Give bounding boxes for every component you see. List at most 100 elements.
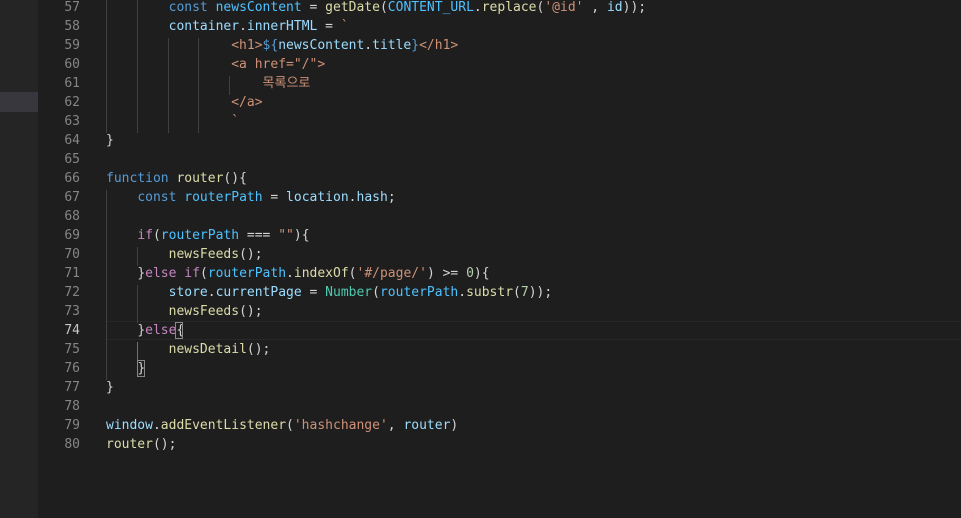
bracket-match-open bbox=[175, 322, 183, 339]
indent-guide bbox=[137, 0, 138, 133]
code-token: ( bbox=[348, 266, 357, 281]
activity-bar-highlight bbox=[0, 92, 38, 112]
code-token: routerPath bbox=[184, 190, 263, 205]
code-line[interactable]: container.innerHTML = ` bbox=[106, 17, 349, 36]
code-line[interactable]: </a> bbox=[106, 93, 263, 112]
code-token: 0 bbox=[466, 266, 474, 281]
code-line[interactable]: <h1>${newsContent.title}</h1> bbox=[106, 36, 458, 55]
code-line[interactable]: const routerPath = location.hash; bbox=[106, 188, 396, 207]
line-number: 61 bbox=[64, 76, 80, 91]
code-line[interactable]: if(routerPath === ""){ bbox=[106, 226, 309, 245]
code-token: . bbox=[348, 190, 357, 205]
line-number: 70 bbox=[64, 247, 80, 262]
code-line[interactable]: router(); bbox=[106, 435, 176, 454]
code-token: ` bbox=[340, 19, 349, 34]
line-number: 71 bbox=[64, 266, 80, 281]
code-line[interactable]: }else if(routerPath.indexOf('#/page/') >… bbox=[106, 264, 490, 283]
code-line[interactable]: newsFeeds(); bbox=[106, 245, 263, 264]
indent-guide bbox=[229, 76, 230, 95]
code-token: routerPath bbox=[207, 266, 287, 281]
code-token: } bbox=[106, 133, 114, 148]
line-number: 68 bbox=[64, 209, 80, 224]
code-token: Number bbox=[325, 285, 373, 300]
code-token: newsContent bbox=[278, 38, 365, 53]
bracket-match-close bbox=[137, 360, 145, 377]
code-token: === bbox=[239, 228, 279, 243]
code-token: title bbox=[372, 38, 412, 53]
code-token: innerHTML bbox=[246, 19, 318, 34]
code-token: ) >= bbox=[426, 266, 467, 281]
code-line[interactable]: <a href="/"> bbox=[106, 55, 325, 74]
code-token: (); bbox=[152, 437, 177, 452]
code-token: CONTENT_URL bbox=[387, 0, 474, 15]
code-token: <h1> bbox=[231, 38, 263, 53]
code-token: = bbox=[301, 285, 326, 300]
code-token: router bbox=[176, 171, 224, 186]
code-token: . bbox=[207, 285, 216, 300]
code-token: addEventListener bbox=[160, 418, 287, 433]
line-number: 77 bbox=[64, 380, 80, 395]
code-token: function bbox=[106, 171, 177, 186]
code-token: , bbox=[583, 0, 607, 15]
code-token: } bbox=[106, 380, 114, 395]
code-token: router bbox=[403, 418, 451, 433]
code-token: )); bbox=[622, 0, 647, 15]
code-token: . bbox=[286, 266, 294, 281]
line-number: 73 bbox=[64, 304, 80, 319]
code-token: hash bbox=[356, 190, 388, 205]
code-token: ( bbox=[199, 266, 208, 281]
code-token: indexOf bbox=[293, 266, 349, 281]
code-line[interactable]: window.addEventListener('hashchange', ro… bbox=[106, 416, 458, 435]
code-token: newsContent bbox=[215, 0, 302, 15]
code-line[interactable]: } bbox=[106, 131, 114, 150]
code-line[interactable]: newsDetail(); bbox=[106, 340, 271, 359]
active-indent-guide bbox=[137, 342, 138, 361]
line-number: 62 bbox=[64, 95, 80, 110]
line-number: 74 bbox=[64, 323, 80, 338]
line-number: 72 bbox=[64, 285, 80, 300]
line-number: 58 bbox=[64, 19, 80, 34]
code-token: id bbox=[606, 0, 623, 15]
code-line[interactable]: const newsContent = getDate(CONTENT_URL.… bbox=[106, 0, 646, 17]
line-number: 76 bbox=[64, 361, 80, 376]
code-line[interactable]: function router(){ bbox=[106, 169, 247, 188]
code-token: = bbox=[262, 190, 287, 205]
code-token: "" bbox=[278, 228, 294, 243]
code-line[interactable]: ` bbox=[106, 112, 239, 131]
code-token: '@id' bbox=[544, 0, 584, 15]
code-token: } bbox=[411, 38, 420, 53]
code-token: const bbox=[137, 190, 185, 205]
code-token: currentPage bbox=[215, 285, 302, 300]
code-token: 목록으로 bbox=[262, 76, 311, 91]
line-number: 66 bbox=[64, 171, 80, 186]
code-token: router bbox=[106, 437, 153, 452]
line-number: 69 bbox=[64, 228, 80, 243]
activity-bar bbox=[0, 0, 38, 518]
code-token: substr bbox=[466, 285, 514, 300]
code-token: <a href="/"> bbox=[231, 57, 326, 72]
code-token: if bbox=[137, 228, 153, 243]
code-token: . bbox=[364, 38, 373, 53]
code-token: ${ bbox=[262, 38, 279, 53]
line-number: 60 bbox=[64, 57, 80, 72]
code-token: (); bbox=[239, 304, 263, 319]
code-token: '#/page/' bbox=[356, 266, 427, 281]
code-line[interactable]: store.currentPage = Number(routerPath.su… bbox=[106, 283, 553, 302]
code-token: 7 bbox=[520, 285, 529, 300]
code-token: = bbox=[301, 0, 326, 15]
code-token: . bbox=[458, 285, 467, 300]
code-token: ; bbox=[387, 190, 396, 205]
line-number: 57 bbox=[64, 0, 80, 15]
code-token: ( bbox=[379, 0, 388, 15]
code-token: getDate bbox=[325, 0, 380, 15]
code-token: . bbox=[239, 19, 247, 34]
line-number: 59 bbox=[64, 38, 80, 53]
code-token: newsFeeds bbox=[168, 304, 240, 319]
code-token: </a> bbox=[231, 95, 263, 110]
code-token: ){ bbox=[473, 266, 490, 281]
code-line[interactable]: } bbox=[106, 378, 114, 397]
code-token: routerPath bbox=[379, 285, 459, 300]
code-line[interactable]: newsFeeds(); bbox=[106, 302, 263, 321]
